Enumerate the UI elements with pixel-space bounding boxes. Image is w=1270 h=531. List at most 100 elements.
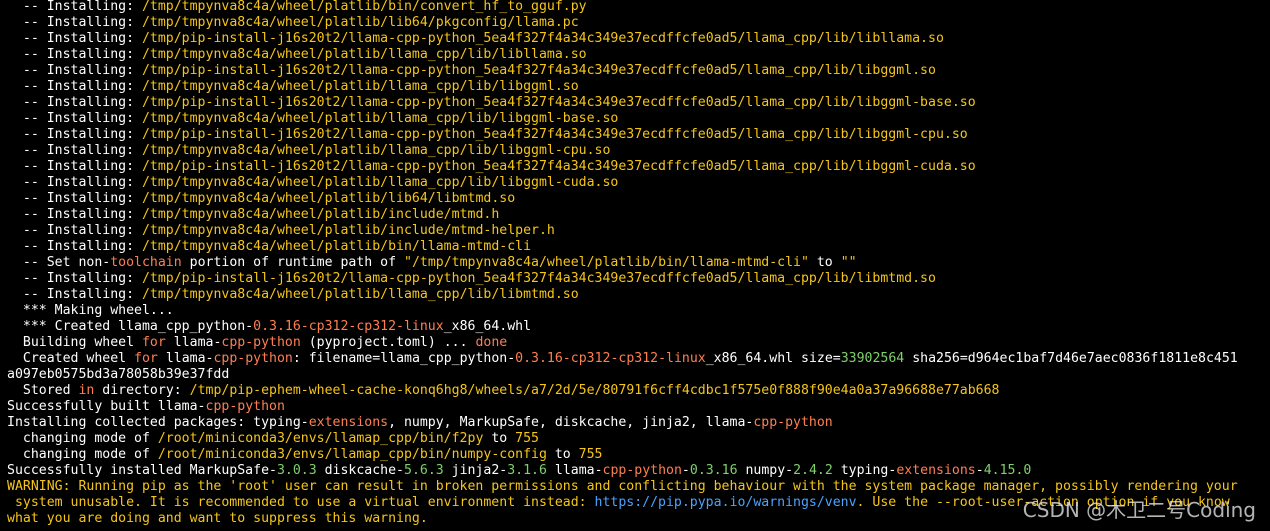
terminal-text: _x86_64.whl size= bbox=[705, 351, 841, 366]
terminal-text: -- Installing: bbox=[7, 111, 142, 126]
terminal-text: -- Installing: bbox=[7, 95, 142, 110]
terminal-text: -- Installing: bbox=[7, 15, 142, 30]
terminal-text: to bbox=[808, 255, 841, 270]
terminal-text: Successfully built llama- bbox=[7, 399, 206, 414]
terminal-text: to bbox=[546, 447, 579, 462]
terminal-line: -- Installing: /tmp/tmpynva8c4a/wheel/pl… bbox=[7, 0, 1257, 15]
terminal-line: -- Installing: /tmp/pip-install-j16s20t2… bbox=[7, 159, 1257, 175]
terminal-text: done bbox=[475, 335, 508, 350]
terminal-line: changing mode of /root/miniconda3/envs/l… bbox=[7, 447, 1257, 463]
terminal-text: /tmp/pip-install-j16s20t2/llama-cpp-pyth… bbox=[141, 95, 976, 110]
terminal-line: Successfully installed MarkupSafe-3.0.3 … bbox=[7, 463, 1257, 479]
terminal-text: -- Installing: bbox=[7, 79, 142, 94]
terminal-text: numpy- bbox=[737, 463, 794, 478]
terminal-text: /tmp/tmpynva8c4a/wheel/platlib/llama_cpp… bbox=[141, 111, 619, 126]
terminal-text: - bbox=[681, 463, 690, 478]
terminal-text: -- Installing: bbox=[7, 207, 142, 222]
terminal-line: -- Installing: /tmp/pip-install-j16s20t2… bbox=[7, 127, 1257, 143]
terminal-text: -- Installing: bbox=[7, 175, 142, 190]
terminal-line: -- Set non-toolchain portion of runtime … bbox=[7, 255, 1257, 271]
terminal-text: /tmp/pip-ephem-wheel-cache-konq6hg8/whee… bbox=[189, 383, 1000, 398]
terminal-text: /tmp/tmpynva8c4a/wheel/platlib/llama_cpp… bbox=[141, 143, 611, 158]
terminal-text: 0.3.16-cp312-cp312-linux bbox=[253, 319, 444, 334]
terminal-text: -- Installing: bbox=[7, 191, 142, 206]
terminal-text: /tmp/tmpynva8c4a/wheel/platlib/lib64/pkg… bbox=[141, 15, 579, 30]
terminal-text: a097eb0575bd3a78058b39e37fdd bbox=[7, 367, 230, 382]
terminal-text: extensions bbox=[308, 415, 389, 430]
terminal-text: , numpy, MarkupSafe, diskcache, jinja2, … bbox=[388, 415, 754, 430]
terminal-text: 755 bbox=[578, 447, 603, 462]
terminal-line: -- Installing: /tmp/tmpynva8c4a/wheel/pl… bbox=[7, 207, 1257, 223]
terminal-text: /tmp/tmpynva8c4a/wheel/platlib/include/m… bbox=[141, 207, 500, 222]
terminal-text: what you are doing and want to suppress … bbox=[7, 511, 428, 526]
terminal-line: -- Installing: /tmp/tmpynva8c4a/wheel/pl… bbox=[7, 79, 1257, 95]
terminal-text: 3.1.6 bbox=[507, 463, 547, 478]
terminal-text: _x86_64.whl bbox=[443, 319, 532, 334]
terminal-text: -- Installing: bbox=[7, 143, 142, 158]
terminal-text: -- Installing: bbox=[7, 0, 142, 14]
terminal-text: directory: bbox=[94, 383, 190, 398]
terminal-text: llama- bbox=[546, 463, 603, 478]
terminal-text: /root/miniconda3/envs/llamap_cpp/bin/num… bbox=[157, 447, 547, 462]
terminal-text: -- Installing: bbox=[7, 47, 142, 62]
terminal-text: -- Installing: bbox=[7, 31, 142, 46]
terminal-line: Installing collected packages: typing-ex… bbox=[7, 415, 1257, 431]
terminal-text: -- Set non- bbox=[7, 255, 111, 270]
terminal-text: diskcache- bbox=[316, 463, 404, 478]
terminal-text: -- Installing: bbox=[7, 63, 142, 78]
terminal-text: "" bbox=[840, 255, 857, 270]
terminal-text: (pyproject.toml) ... bbox=[300, 335, 476, 350]
terminal-text: : filename=llama_cpp_python- bbox=[292, 351, 516, 366]
terminal-text: Successfully installed MarkupSafe- bbox=[7, 463, 277, 478]
terminal-text: Building wheel bbox=[7, 335, 142, 350]
terminal-text: /root/miniconda3/envs/llamap_cpp/bin/f2p… bbox=[157, 431, 484, 446]
terminal-text: 3.0.3 bbox=[276, 463, 317, 478]
terminal-text: "/tmp/tmpynva8c4a/wheel/platlib/bin/llam… bbox=[404, 255, 809, 270]
terminal-output[interactable]: -- Installing: /tmp/tmpynva8c4a/wheel/pl… bbox=[7, 0, 1257, 530]
terminal-text: -- Installing: bbox=[7, 159, 142, 174]
terminal-text: 2.4.2 bbox=[793, 463, 833, 478]
terminal-line: -- Installing: /tmp/tmpynva8c4a/wheel/pl… bbox=[7, 47, 1257, 63]
terminal-text: -- Installing: bbox=[7, 127, 142, 142]
terminal-text: changing mode of bbox=[7, 447, 158, 462]
terminal-text: system unusable. It is recommended to us… bbox=[7, 495, 595, 510]
terminal-text: Created wheel bbox=[7, 351, 135, 366]
terminal-text: -- Installing: bbox=[7, 239, 142, 254]
terminal-text: /tmp/pip-install-j16s20t2/llama-cpp-pyth… bbox=[141, 31, 944, 46]
terminal-text: jinja2- bbox=[443, 463, 508, 478]
terminal-text: changing mode of bbox=[7, 431, 158, 446]
terminal-text: /tmp/tmpynva8c4a/wheel/platlib/llama_cpp… bbox=[141, 287, 579, 302]
terminal-text: Stored bbox=[7, 383, 79, 398]
terminal-text: Installing collected packages: typing- bbox=[7, 415, 309, 430]
csdn-watermark: CSDN @木卫二号Coding bbox=[1022, 498, 1256, 522]
terminal-text: *** Making wheel... bbox=[7, 303, 174, 318]
terminal-text: cpp-python bbox=[602, 463, 682, 478]
terminal-text: cpp-python bbox=[205, 399, 285, 414]
terminal-line: -- Installing: /tmp/tmpynva8c4a/wheel/pl… bbox=[7, 111, 1257, 127]
terminal-text: -- Installing: bbox=[7, 223, 142, 238]
terminal-line: -- Installing: /tmp/tmpynva8c4a/wheel/pl… bbox=[7, 143, 1257, 159]
terminal-text: 33902564 bbox=[840, 351, 905, 366]
terminal-text: -- Installing: bbox=[7, 287, 142, 302]
terminal-text: to bbox=[483, 431, 516, 446]
terminal-text: toolchain bbox=[110, 255, 182, 270]
terminal-line: Created wheel for llama-cpp-python: file… bbox=[7, 351, 1257, 367]
terminal-line: -- Installing: /tmp/pip-install-j16s20t2… bbox=[7, 271, 1257, 287]
terminal-text: 4.15.0 bbox=[983, 463, 1032, 478]
terminal-text: /tmp/pip-install-j16s20t2/llama-cpp-pyth… bbox=[141, 127, 968, 142]
terminal-text: portion of runtime path of bbox=[181, 255, 404, 270]
terminal-link[interactable]: https://pip.pypa.io/warnings/venv bbox=[595, 495, 857, 510]
terminal-text: cpp-python bbox=[221, 335, 301, 350]
terminal-text: /tmp/tmpynva8c4a/wheel/platlib/bin/llama… bbox=[141, 239, 532, 254]
terminal-text: /tmp/tmpynva8c4a/wheel/platlib/bin/conve… bbox=[141, 0, 587, 14]
terminal-line: -- Installing: /tmp/pip-install-j16s20t2… bbox=[7, 95, 1257, 111]
terminal-line: -- Installing: /tmp/tmpynva8c4a/wheel/pl… bbox=[7, 223, 1257, 239]
terminal-line: -- Installing: /tmp/tmpynva8c4a/wheel/pl… bbox=[7, 287, 1257, 303]
terminal-line: -- Installing: /tmp/tmpynva8c4a/wheel/pl… bbox=[7, 191, 1257, 207]
terminal-text: llama- bbox=[165, 335, 222, 350]
terminal-text: cpp-python bbox=[753, 415, 833, 430]
terminal-line: -- Installing: /tmp/pip-install-j16s20t2… bbox=[7, 31, 1257, 47]
terminal-line: *** Created llama_cpp_python-0.3.16-cp31… bbox=[7, 319, 1257, 335]
terminal-text: for bbox=[141, 335, 166, 350]
terminal-line: *** Making wheel... bbox=[7, 303, 1257, 319]
